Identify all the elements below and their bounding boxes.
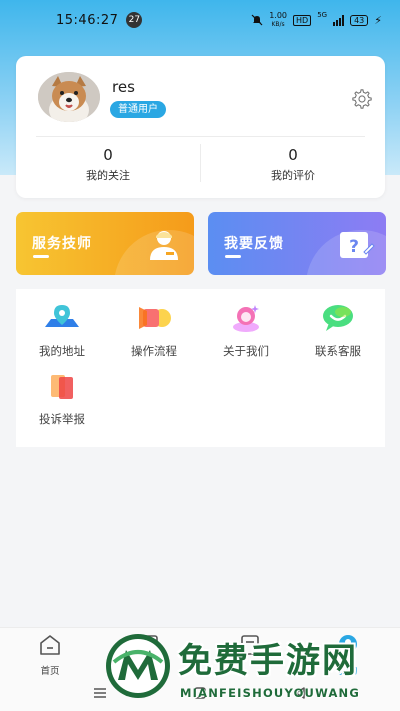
reviews-count: 0 bbox=[288, 146, 298, 164]
profile-card: res 普通用户 0 我的关注 0 我的评价 bbox=[16, 56, 385, 198]
network-speed: 1.00 KB/s bbox=[269, 11, 287, 29]
avatar[interactable] bbox=[38, 72, 100, 122]
feature-customer-service[interactable]: 联系客服 bbox=[302, 303, 374, 359]
charging-icon: ⚡ bbox=[374, 13, 382, 27]
watermark-logo-icon bbox=[106, 634, 170, 698]
network-type: 5G bbox=[317, 11, 328, 19]
feature-label: 联系客服 bbox=[315, 344, 361, 358]
feature-about-us[interactable]: 关于我们 bbox=[210, 303, 282, 359]
feature-label: 操作流程 bbox=[131, 344, 177, 358]
home-icon bbox=[40, 635, 60, 655]
reviews-label: 我的评价 bbox=[271, 169, 315, 182]
feature-label: 关于我们 bbox=[223, 344, 269, 358]
feature-label: 我的地址 bbox=[39, 344, 85, 358]
service-technician-title: 服务技师 bbox=[32, 236, 92, 252]
technician-icon bbox=[150, 231, 178, 260]
svg-text:?: ? bbox=[349, 237, 359, 257]
signal-strength-icon bbox=[333, 14, 345, 26]
feature-process-flow[interactable]: 操作流程 bbox=[118, 303, 190, 359]
service-technician-banner[interactable]: 服务技师 bbox=[16, 212, 194, 275]
feature-complaint-report[interactable]: 投诉举报 bbox=[26, 371, 98, 427]
divider bbox=[36, 136, 365, 137]
reviews-stat[interactable]: 0 我的评价 bbox=[201, 146, 385, 183]
tab-home[interactable]: 首页 bbox=[20, 634, 80, 677]
hd-indicator: HD bbox=[293, 14, 312, 26]
banner-underline bbox=[225, 255, 241, 258]
mute-bell-icon bbox=[251, 14, 263, 26]
feature-grid: 我的地址 操作流程 关于我们 联系客服 投诉举报 bbox=[16, 289, 385, 447]
customer-service-chat-icon bbox=[323, 305, 353, 331]
about-us-icon bbox=[233, 305, 259, 332]
process-flow-icon bbox=[139, 307, 171, 329]
status-bar: 15:46:27 27 1.00 KB/s HD 5G 43 ⚡ bbox=[0, 0, 400, 40]
watermark-subtitle: MIANFEISHOUYOUWANG bbox=[180, 686, 361, 700]
settings-gear-icon[interactable] bbox=[351, 88, 373, 110]
complaint-report-icon bbox=[51, 375, 73, 399]
user-level-badge: 普通用户 bbox=[110, 101, 166, 118]
battery-level: 43 bbox=[350, 14, 369, 26]
feedback-title: 我要反馈 bbox=[224, 236, 284, 252]
feature-my-address[interactable]: 我的地址 bbox=[26, 303, 98, 359]
location-pin-icon bbox=[45, 305, 79, 327]
status-indicators: 1.00 KB/s HD 5G 43 ⚡ bbox=[251, 11, 382, 29]
feature-label: 投诉举报 bbox=[39, 412, 85, 426]
network-speed-value: 1.00 bbox=[269, 11, 287, 20]
dog-avatar-image bbox=[38, 72, 100, 122]
watermark-title: 免费手游网 bbox=[178, 641, 358, 681]
network-speed-unit: KB/s bbox=[271, 21, 285, 28]
following-count: 0 bbox=[103, 146, 113, 164]
feedback-banner[interactable]: 我要反馈 ? bbox=[208, 212, 386, 275]
feedback-question-icon: ? bbox=[340, 232, 375, 258]
following-label: 我的关注 bbox=[86, 169, 130, 182]
notification-count-badge: 27 bbox=[126, 12, 143, 28]
following-stat[interactable]: 0 我的关注 bbox=[16, 146, 200, 183]
banner-underline bbox=[33, 255, 49, 258]
status-time: 15:46:27 bbox=[56, 12, 119, 28]
username: res bbox=[112, 78, 135, 96]
tab-home-label: 首页 bbox=[40, 666, 60, 677]
